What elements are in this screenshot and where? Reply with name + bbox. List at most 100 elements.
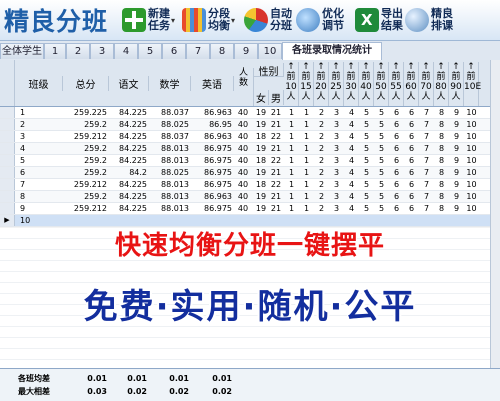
table-row[interactable]: 7 259.212 84.225 88.013 86.975 40 18 22 1 1 2 3 4 5 5 6… [0,179,500,191]
table-row[interactable]: 3 259.212 84.225 88.037 86.963 40 18 22 1 1 2 3 4 5 5 6… [0,131,500,143]
cell-rank-7: 5 [378,192,385,201]
header-count[interactable]: 人 数 [234,68,254,106]
header-rank-6[interactable]: ↑ 前 40 人 [359,62,374,106]
cell-rank-4: 3 [333,180,340,189]
cell-math: 88.025 [161,120,189,129]
cell-rank-13: 10 [466,144,477,153]
row-selector[interactable] [0,155,15,166]
row-selector[interactable] [0,203,15,214]
auto-split-label: 自动 分班 [270,7,292,32]
header-total[interactable]: 总分 [63,76,109,91]
tab-class-8[interactable]: 8 [210,43,234,59]
row-selector[interactable] [0,143,15,154]
header-math[interactable]: 数学 [149,76,191,91]
tab-class-5[interactable]: 5 [138,43,162,59]
optimize-label: 优化 调节 [322,7,344,32]
header-rank-12[interactable]: ↑ 前 90 人 [449,62,464,106]
header-female[interactable]: 女 [254,90,269,105]
export-button[interactable]: 导出 结果 [355,3,403,37]
header-rank-4[interactable]: ↑ 前 25 人 [329,62,344,106]
tab-all-students[interactable]: 全体学生 [0,43,44,59]
chevron-down-icon[interactable]: ▾ [231,16,235,25]
tab-class-stats[interactable]: 各班录取情况统计 [282,42,382,60]
header-male[interactable]: 男 [269,90,284,105]
new-task-button[interactable]: 新建 任务 ▾ [122,3,175,37]
cell-rank-10: 7 [423,156,430,165]
cell-rank-10: 7 [423,108,430,117]
header-english[interactable]: 英语 [191,76,234,91]
cell-f: 19 [255,144,267,153]
header-rank-10[interactable]: ↑ 前 70 人 [419,62,434,106]
table-row[interactable]: 2 259.2 84.225 88.025 86.95 40 19 21 1 1 2 3 4 5 5 6 6 7 8… [0,119,500,131]
tab-strip: 全体学生 1 2 3 4 5 6 7 8 9 10 各班录取情况统计 [0,41,500,61]
cell-rank-1: 1 [288,120,295,129]
cell-rank-12: 9 [453,180,460,189]
cell-rank-3: 2 [318,168,325,177]
table-row[interactable]: 5 259.2 84.225 88.013 86.975 40 18 22 1 1 2 3 4 5 5 6 6 7… [0,155,500,167]
tab-class-4[interactable]: 4 [114,43,138,59]
header-chinese[interactable]: 语文 [109,76,149,91]
header-rank-9[interactable]: ↑ 前 60 人 [404,62,419,106]
row-selector[interactable] [0,131,15,142]
cell-rank-7: 5 [378,180,385,189]
row-selector[interactable] [0,119,15,130]
cell-rank-2: 1 [303,108,310,117]
cell-m: 22 [270,156,282,165]
tab-class-9[interactable]: 9 [234,43,258,59]
row-selector[interactable] [0,107,15,118]
cell-rank-2: 1 [303,180,310,189]
table-row[interactable]: 8 259.2 84.225 88.013 86.963 40 19 21 1 1 2 3 4 5 5 6 6 7… [0,191,500,203]
header-rank-1[interactable]: ↑ 前 10 人 [284,62,299,106]
cell-rank-3: 2 [318,120,325,129]
cell-rank-9: 6 [408,132,415,141]
cell-rank-1: 1 [288,180,295,189]
cell-rank-2: 1 [303,144,310,153]
cell-cls: 1 [20,108,26,117]
cell-english: 86.975 [204,156,232,165]
tab-class-7[interactable]: 7 [186,43,210,59]
table-row[interactable]: 4 259.2 84.225 88.013 86.975 40 19 21 1 1 2 3 4 5 5 6 6 7… [0,143,500,155]
table-row[interactable]: 1 259.225 84.225 88.037 86.963 40 19 21 1 1 2 3 4 5 5 6… [0,107,500,119]
header-rank-7[interactable]: ↑ 前 50 人 [374,62,389,106]
cell-rank-12: 9 [453,144,460,153]
cell-english: 86.975 [204,204,232,213]
cell-rank-10: 7 [423,132,430,141]
bar-chart-icon [182,8,206,32]
row-selector[interactable] [0,191,15,202]
cell-math: 88.013 [161,192,189,201]
cell-rank-11: 8 [438,120,445,129]
cell-rank-6: 5 [363,132,370,141]
cell-rank-11: 8 [438,156,445,165]
cell-cls: 5 [20,156,26,165]
header-class[interactable]: 班级 [15,76,63,91]
row-selector[interactable] [0,167,15,178]
cell-rank-3: 2 [318,108,325,117]
tab-class-10[interactable]: 10 [258,43,282,59]
tab-class-3[interactable]: 3 [90,43,114,59]
header-rank-3[interactable]: ↑ 前 20 人 [314,62,329,106]
cell-cls: 3 [20,132,26,141]
segment-balance-button[interactable]: 分段 均衡 ▾ [182,3,235,37]
cell-total: 259.2 [84,144,107,153]
chevron-down-icon[interactable]: ▾ [171,16,175,25]
tab-class-6[interactable]: 6 [162,43,186,59]
tab-class-2[interactable]: 2 [66,43,90,59]
optimize-button[interactable]: 优化 调节 [296,3,344,37]
cell-math: 88.013 [161,180,189,189]
header-rank-13[interactable]: ↑ 前 10E [464,62,481,106]
header-rank-5[interactable]: ↑ 前 30 人 [344,62,359,106]
summary-math: 0.01 [169,374,189,383]
header-rank-8[interactable]: ↑ 前 55 人 [389,62,404,106]
cell-total: 259.212 [73,132,107,141]
tab-class-1[interactable]: 1 [44,43,66,59]
table-row[interactable]: 9 259.212 84.225 88.013 86.975 40 19 21 1 1 2 3 4 5 5 6… [0,203,500,215]
cell-rank-1: 1 [288,144,295,153]
auto-split-button[interactable]: 自动 分班 [244,3,292,37]
header-rank-2[interactable]: ↑ 前 15 人 [299,62,314,106]
fine-schedule-button[interactable]: 精良 排课 [405,3,453,37]
table-row[interactable]: 6 259.2 84.2 88.025 86.975 40 19 21 1 1 2 3 4 5 5 6 6 7 8 9… [0,167,500,179]
cell-rank-11: 8 [438,168,445,177]
cell-f: 19 [255,192,267,201]
header-rank-11[interactable]: ↑ 前 80 人 [434,62,449,106]
row-selector[interactable] [0,179,15,190]
